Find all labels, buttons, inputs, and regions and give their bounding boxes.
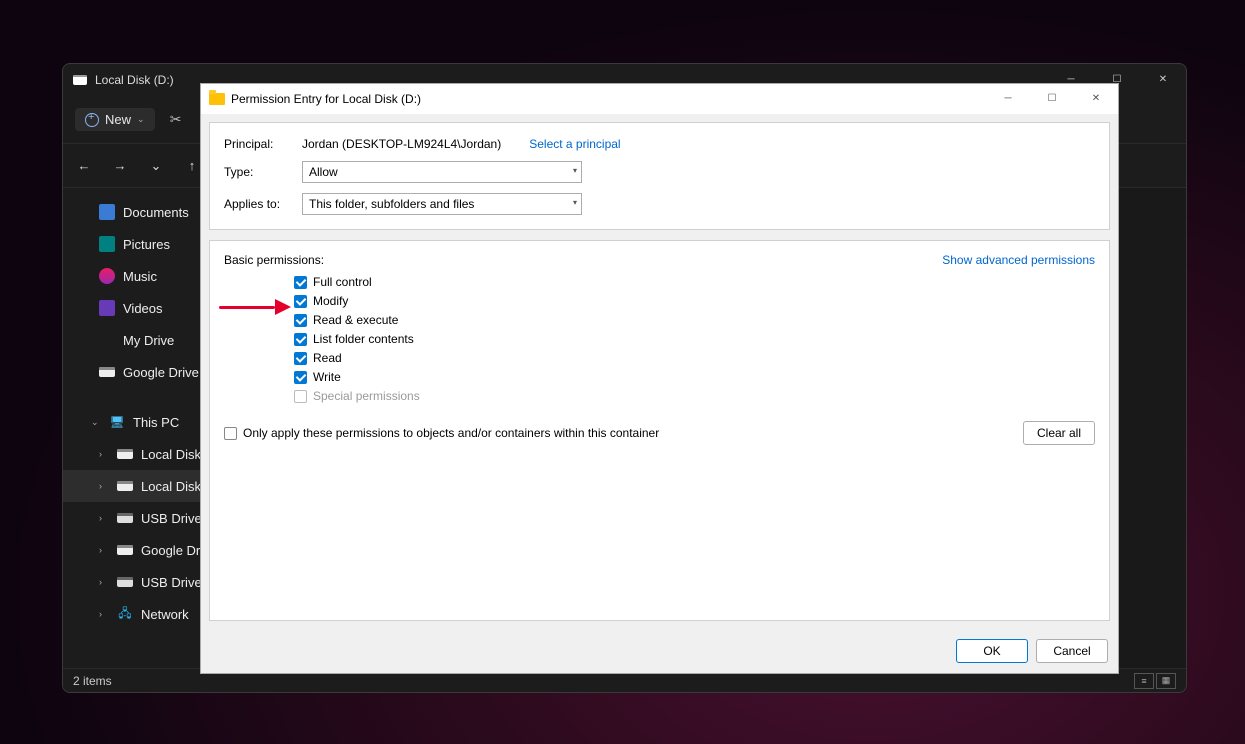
dialog-body: Principal: Jordan (DESKTOP-LM924L4\Jorda… bbox=[201, 114, 1118, 629]
advanced-permissions-link[interactable]: Show advanced permissions bbox=[942, 253, 1095, 267]
dialog-window-controls: ─ ☐ ✕ bbox=[986, 84, 1118, 112]
drive-icon bbox=[117, 481, 133, 491]
type-value: Allow bbox=[309, 165, 338, 179]
applies-label: Applies to: bbox=[224, 197, 288, 211]
network-label: Network bbox=[141, 607, 189, 622]
chevron-right-icon: › bbox=[99, 609, 109, 619]
cancel-button[interactable]: Cancel bbox=[1036, 639, 1108, 663]
drive-icon bbox=[117, 513, 133, 523]
plus-icon bbox=[85, 113, 99, 127]
permission-label: Write bbox=[313, 370, 341, 384]
item-icon bbox=[99, 236, 115, 252]
permission-dialog: Permission Entry for Local Disk (D:) ─ ☐… bbox=[200, 83, 1119, 674]
dialog-minimize-button[interactable]: ─ bbox=[986, 84, 1030, 112]
back-button[interactable]: ← bbox=[73, 155, 95, 177]
status-text: 2 items bbox=[73, 674, 112, 688]
permission-item[interactable]: Write bbox=[294, 370, 1095, 384]
chevron-right-icon: › bbox=[99, 449, 109, 459]
header-panel: Principal: Jordan (DESKTOP-LM924L4\Jorda… bbox=[209, 122, 1110, 230]
item-icon bbox=[99, 300, 115, 316]
item-icon bbox=[99, 367, 115, 377]
new-label: New bbox=[105, 112, 131, 127]
recent-button[interactable]: ⌄ bbox=[145, 155, 167, 177]
principal-label: Principal: bbox=[224, 137, 288, 151]
item-label: My Drive bbox=[123, 333, 174, 348]
permission-item[interactable]: Read & execute bbox=[294, 313, 1095, 327]
item-icon bbox=[99, 204, 115, 220]
view-grid-button[interactable]: ▦ bbox=[1156, 673, 1176, 689]
permission-label: Read bbox=[313, 351, 342, 365]
folder-icon bbox=[209, 93, 225, 105]
permission-item[interactable]: Read bbox=[294, 351, 1095, 365]
pc-icon: 🖥 bbox=[109, 414, 125, 430]
ok-button[interactable]: OK bbox=[956, 639, 1028, 663]
drive-icon bbox=[117, 449, 133, 459]
chevron-down-icon: ▾ bbox=[573, 166, 577, 175]
chevron-right-icon: › bbox=[99, 513, 109, 523]
type-label: Type: bbox=[224, 165, 288, 179]
item-label: Videos bbox=[123, 301, 163, 316]
item-label: Documents bbox=[123, 205, 189, 220]
dialog-maximize-button[interactable]: ☐ bbox=[1030, 84, 1074, 112]
chevron-right-icon: › bbox=[99, 545, 109, 555]
permission-checkbox[interactable] bbox=[294, 352, 307, 365]
drive-icon bbox=[117, 577, 133, 587]
chevron-right-icon: › bbox=[99, 577, 109, 587]
permission-checkbox[interactable] bbox=[294, 295, 307, 308]
permission-label: Read & execute bbox=[313, 313, 398, 327]
permission-label: Full control bbox=[313, 275, 372, 289]
item-label: Pictures bbox=[123, 237, 170, 252]
applies-combo[interactable]: This folder, subfolders and files ▾ bbox=[302, 193, 582, 215]
explorer-title: Local Disk (D:) bbox=[95, 73, 174, 87]
applies-value: This folder, subfolders and files bbox=[309, 197, 474, 211]
permission-item[interactable]: Full control bbox=[294, 275, 1095, 289]
cut-button[interactable]: ✂ bbox=[165, 109, 187, 131]
item-icon bbox=[99, 332, 115, 348]
close-button[interactable]: ✕ bbox=[1140, 64, 1186, 94]
permission-checkbox bbox=[294, 390, 307, 403]
permission-checkbox[interactable] bbox=[294, 333, 307, 346]
item-icon bbox=[99, 268, 115, 284]
principal-value: Jordan (DESKTOP-LM924L4\Jordan) bbox=[302, 137, 501, 151]
permission-checkbox[interactable] bbox=[294, 314, 307, 327]
basic-permissions-label: Basic permissions: bbox=[224, 253, 324, 267]
view-list-button[interactable]: ≡ bbox=[1134, 673, 1154, 689]
permission-item[interactable]: Modify bbox=[294, 294, 1095, 308]
permission-list: Full control Modify Read & execute List fol… bbox=[294, 275, 1095, 403]
dialog-footer: OK Cancel bbox=[201, 629, 1118, 673]
drive-icon bbox=[73, 75, 87, 85]
only-apply-label: Only apply these permissions to objects … bbox=[243, 426, 659, 440]
only-apply-row[interactable]: Only apply these permissions to objects … bbox=[224, 426, 659, 440]
dialog-title: Permission Entry for Local Disk (D:) bbox=[231, 92, 421, 106]
forward-button[interactable]: → bbox=[109, 155, 131, 177]
new-button[interactable]: New ⌄ bbox=[75, 108, 155, 131]
permission-label: Special permissions bbox=[313, 389, 420, 403]
chevron-down-icon: ⌄ bbox=[137, 114, 145, 125]
permission-item[interactable]: List folder contents bbox=[294, 332, 1095, 346]
drive-icon bbox=[117, 545, 133, 555]
clear-all-button[interactable]: Clear all bbox=[1023, 421, 1095, 445]
dialog-close-button[interactable]: ✕ bbox=[1074, 84, 1118, 112]
chevron-right-icon: › bbox=[99, 481, 109, 491]
permissions-panel: Basic permissions: Show advanced permiss… bbox=[209, 240, 1110, 621]
dialog-titlebar[interactable]: Permission Entry for Local Disk (D:) ─ ☐… bbox=[201, 84, 1118, 114]
permission-label: List folder contents bbox=[313, 332, 414, 346]
chevron-down-icon: ▾ bbox=[573, 198, 577, 207]
item-label: Google Drive bbox=[123, 365, 199, 380]
select-principal-link[interactable]: Select a principal bbox=[529, 137, 620, 151]
network-icon: 🖧 bbox=[117, 606, 133, 622]
permission-label: Modify bbox=[313, 294, 348, 308]
permission-checkbox[interactable] bbox=[294, 276, 307, 289]
item-label: Music bbox=[123, 269, 157, 284]
permission-checkbox[interactable] bbox=[294, 371, 307, 384]
type-combo[interactable]: Allow ▾ bbox=[302, 161, 582, 183]
thispc-label: This PC bbox=[133, 415, 179, 430]
permission-item: Special permissions bbox=[294, 389, 1095, 403]
chevron-down-icon: ⌄ bbox=[91, 417, 101, 428]
only-apply-checkbox[interactable] bbox=[224, 427, 237, 440]
